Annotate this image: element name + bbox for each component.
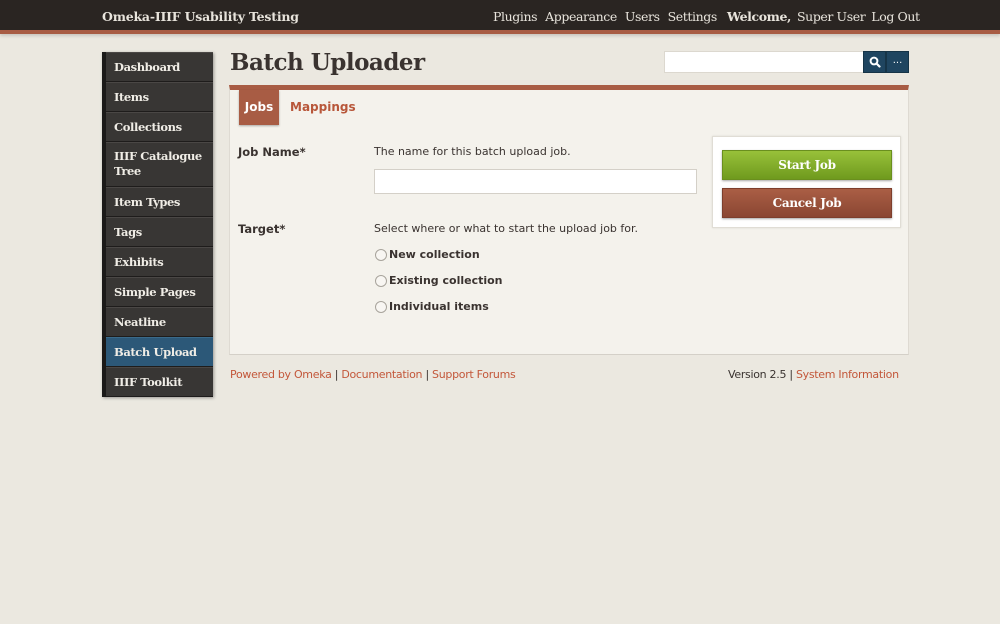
cancel-job-button[interactable]: Cancel Job [722,188,892,218]
footer-links: Powered by Omeka | Documentation | Suppo… [230,368,516,381]
separator: | [789,368,793,381]
target-option-individual-items[interactable]: Individual items [375,300,489,313]
sidebar-item-iiif-catalogue-tree[interactable]: IIIF Catalogue Tree [106,142,213,187]
sidebar: Dashboard Items Collections IIIF Catalog… [102,52,213,397]
batch-uploader-panel: Jobs Mappings Job Name* The name for thi… [229,85,909,355]
search-button[interactable] [863,51,886,73]
search-input[interactable] [664,51,864,73]
radio-label: Individual items [389,300,489,313]
target-label: Target* [238,222,286,236]
powered-by-omeka-link[interactable]: Powered by Omeka [230,368,332,381]
system-information-link[interactable]: System Information [796,368,899,381]
top-bar: Omeka-IIIF Usability Testing Plugins App… [0,0,1000,34]
search-icon [869,56,881,68]
radio-button[interactable] [375,248,387,261]
radio-button[interactable] [375,274,387,287]
nav-settings[interactable]: Settings [668,9,718,24]
documentation-link[interactable]: Documentation [341,368,422,381]
page-title: Batch Uploader [230,49,425,76]
sidebar-item-items[interactable]: Items [106,82,213,112]
version-text: Version 2.5 [728,368,787,381]
sidebar-item-dashboard[interactable]: Dashboard [106,52,213,82]
site-title[interactable]: Omeka-IIIF Usability Testing [102,9,299,24]
sidebar-item-iiif-toolkit[interactable]: IIIF Toolkit [106,367,213,397]
sidebar-item-exhibits[interactable]: Exhibits [106,247,213,277]
radio-button[interactable] [375,300,387,313]
tab-jobs[interactable]: Jobs [239,90,279,125]
nav-plugins[interactable]: Plugins [493,9,538,24]
user-name-link[interactable]: Super User [797,9,866,24]
action-panel: Start Job Cancel Job [712,136,901,228]
radio-label: Existing collection [389,274,503,287]
sidebar-item-tags[interactable]: Tags [106,217,213,247]
nav-appearance[interactable]: Appearance [545,9,617,24]
support-forums-link[interactable]: Support Forums [432,368,516,381]
advanced-search-button[interactable]: ... [886,51,909,73]
separator: | [425,368,429,381]
user-area: Welcome, Super User Log Out [727,9,920,24]
sidebar-item-item-types[interactable]: Item Types [106,187,213,217]
radio-label: New collection [389,248,480,261]
separator: | [334,368,339,381]
nav-users[interactable]: Users [625,9,660,24]
job-name-help: The name for this batch upload job. [374,145,571,158]
sidebar-item-batch-upload[interactable]: Batch Upload [106,337,213,367]
tab-mappings[interactable]: Mappings [290,90,356,125]
admin-nav: Plugins Appearance Users Settings [493,9,717,24]
welcome-label: Welcome, [727,9,791,24]
target-help: Select where or what to start the upload… [374,222,639,235]
target-option-new-collection[interactable]: New collection [375,248,480,261]
sidebar-item-collections[interactable]: Collections [106,112,213,142]
job-name-label: Job Name* [238,145,306,159]
sidebar-item-neatline[interactable]: Neatline [106,307,213,337]
logout-link[interactable]: Log Out [871,9,920,24]
footer-version: Version 2.5 | System Information [728,368,899,381]
sidebar-item-simple-pages[interactable]: Simple Pages [106,277,213,307]
start-job-button[interactable]: Start Job [722,150,892,180]
target-option-existing-collection[interactable]: Existing collection [375,274,503,287]
job-name-input[interactable] [374,169,697,194]
